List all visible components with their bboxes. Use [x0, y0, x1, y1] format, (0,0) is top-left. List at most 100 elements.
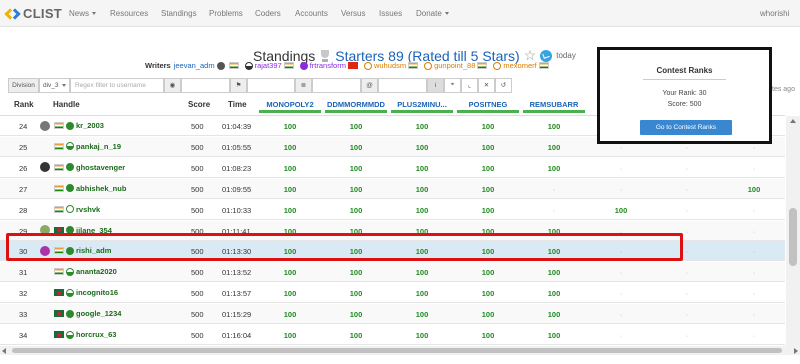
problem-score-cell[interactable]: ·: [723, 227, 785, 236]
info-icon[interactable]: i: [427, 77, 444, 93]
nav-versus[interactable]: Versus: [341, 9, 365, 18]
problem-score-cell[interactable]: ·: [723, 289, 785, 298]
problem-score-cell[interactable]: 100: [325, 143, 387, 152]
row-handle[interactable]: ananta2020: [40, 266, 117, 277]
nav-user[interactable]: whorishi: [760, 9, 789, 18]
problem-score-cell[interactable]: ·: [656, 268, 718, 277]
account-select[interactable]: [378, 77, 427, 93]
scroll-left-icon[interactable]: [2, 348, 6, 354]
writer-item[interactable]: rajat397: [244, 61, 296, 70]
writer-item[interactable]: jeevan_adm: [174, 61, 241, 70]
telegram-icon[interactable]: [540, 49, 553, 62]
problem-score-cell[interactable]: 100: [457, 122, 519, 131]
handle-link[interactable]: horcrux_63: [76, 330, 116, 339]
handle-link[interactable]: ananta2020: [76, 267, 117, 276]
problem-score-cell[interactable]: ·: [590, 331, 652, 340]
col-problem[interactable]: PLUS2MINU...: [391, 100, 453, 109]
problem-score-cell[interactable]: 100: [391, 206, 453, 215]
problem-score-cell[interactable]: ·: [590, 185, 652, 194]
problem-score-cell[interactable]: ·: [656, 185, 718, 194]
handle-link[interactable]: google_1234: [76, 309, 121, 318]
problem-score-cell[interactable]: 100: [457, 268, 519, 277]
problem-score-cell[interactable]: 100: [259, 164, 321, 173]
problem-score-cell[interactable]: 100: [391, 143, 453, 152]
problem-score-cell[interactable]: 100: [325, 206, 387, 215]
handle-link[interactable]: abhishek_nub: [76, 184, 126, 193]
writer-item[interactable]: mexomerf: [493, 61, 550, 70]
problem-score-cell[interactable]: ·: [723, 247, 785, 256]
problem-score-cell[interactable]: 100: [259, 310, 321, 319]
problem-score-cell[interactable]: ·: [523, 206, 585, 215]
col-time[interactable]: Time: [228, 100, 247, 109]
row-handle[interactable]: pankaj_n_19: [40, 141, 121, 152]
writer-item[interactable]: wuhudsm: [363, 61, 420, 70]
problem-score-cell[interactable]: ·: [523, 185, 585, 194]
problem-score-cell[interactable]: 100: [391, 268, 453, 277]
problem-score-cell[interactable]: ·: [723, 310, 785, 319]
problem-score-cell[interactable]: ·: [590, 143, 652, 152]
problem-score-cell[interactable]: 100: [523, 331, 585, 340]
problem-score-cell[interactable]: 100: [523, 268, 585, 277]
problem-score-cell[interactable]: ·: [590, 289, 652, 298]
row-handle[interactable]: incognito16: [40, 287, 118, 298]
chart-icon[interactable]: ⌞: [461, 77, 478, 93]
country-icon[interactable]: ◉: [164, 77, 181, 93]
at-icon[interactable]: @: [361, 77, 378, 93]
problem-score-cell[interactable]: 100: [325, 185, 387, 194]
row-handle[interactable]: ghostavenger: [40, 162, 125, 173]
problem-score-cell[interactable]: 100: [325, 122, 387, 131]
scroll-thumb[interactable]: [12, 348, 782, 353]
problem-score-cell[interactable]: 100: [457, 143, 519, 152]
writer-item[interactable]: gunpoint_88: [424, 61, 489, 70]
problem-score-cell[interactable]: 100: [590, 206, 652, 215]
problem-score-cell[interactable]: 100: [259, 143, 321, 152]
problem-score-cell[interactable]: ·: [723, 331, 785, 340]
problem-score-cell[interactable]: 100: [457, 185, 519, 194]
shuffle-icon[interactable]: ✕: [478, 77, 495, 93]
problem-score-cell[interactable]: 100: [391, 289, 453, 298]
problem-score-cell[interactable]: ·: [723, 206, 785, 215]
problem-score-cell[interactable]: ·: [590, 310, 652, 319]
nav-problems[interactable]: Problems: [209, 9, 243, 18]
list-select[interactable]: [312, 77, 361, 93]
problem-score-cell[interactable]: 100: [523, 143, 585, 152]
nav-resources[interactable]: Resources: [110, 9, 148, 18]
col-problem[interactable]: POSITNEG: [457, 100, 519, 109]
problem-score-cell[interactable]: 100: [325, 310, 387, 319]
problem-score-cell[interactable]: 100: [457, 206, 519, 215]
problem-score-cell[interactable]: 100: [325, 289, 387, 298]
problem-score-cell[interactable]: 100: [723, 185, 785, 194]
problem-score-cell[interactable]: ·: [656, 164, 718, 173]
problem-score-cell[interactable]: ·: [656, 143, 718, 152]
problem-score-cell[interactable]: ·: [723, 164, 785, 173]
row-handle[interactable]: abhishek_nub: [40, 183, 126, 194]
flag-icon[interactable]: ⚑: [230, 77, 247, 93]
handle-link[interactable]: ghostavenger: [76, 163, 125, 172]
row-handle[interactable]: google_1234: [40, 308, 121, 319]
col-problem[interactable]: DDMMORMMDD: [325, 100, 387, 109]
problem-score-cell[interactable]: 100: [457, 310, 519, 319]
problem-score-cell[interactable]: 100: [259, 289, 321, 298]
col-rank[interactable]: Rank: [14, 100, 34, 109]
division-select[interactable]: div_3: [39, 77, 70, 93]
scroll-up-icon[interactable]: [786, 116, 800, 126]
col-score[interactable]: Score: [188, 100, 210, 109]
col-problem[interactable]: REMSUBARR: [523, 100, 585, 109]
scroll-thumb[interactable]: [789, 208, 797, 266]
problem-score-cell[interactable]: 100: [391, 185, 453, 194]
handle-link[interactable]: incognito16: [76, 288, 118, 297]
problem-score-cell[interactable]: 100: [457, 331, 519, 340]
problem-score-cell[interactable]: 100: [259, 206, 321, 215]
vertical-scrollbar[interactable]: [786, 116, 800, 346]
nav-news[interactable]: News: [69, 9, 97, 18]
handle-link[interactable]: rvshvk: [76, 205, 100, 214]
problem-score-cell[interactable]: ·: [656, 331, 718, 340]
problem-score-cell[interactable]: 100: [523, 289, 585, 298]
nav-issues[interactable]: Issues: [379, 9, 402, 18]
nav-coders[interactable]: Coders: [255, 9, 281, 18]
problem-score-cell[interactable]: ·: [656, 310, 718, 319]
problem-score-cell[interactable]: 100: [325, 164, 387, 173]
scroll-right-icon[interactable]: [794, 348, 798, 354]
problem-score-cell[interactable]: 100: [325, 268, 387, 277]
row-handle[interactable]: rvshvk: [40, 204, 100, 215]
